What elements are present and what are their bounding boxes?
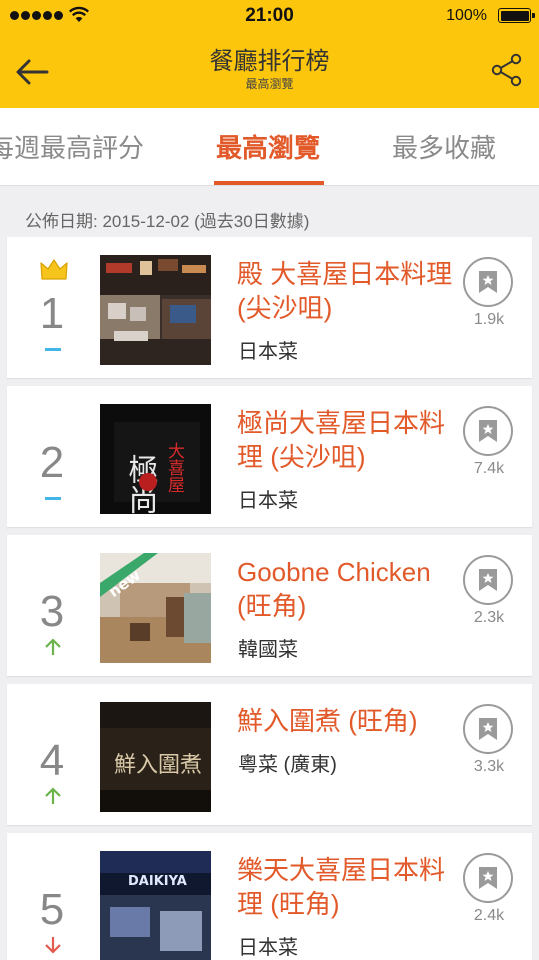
bookmark-count: 2.3k	[473, 609, 505, 626]
tab-most-bookmarked[interactable]: 最多收藏	[392, 128, 496, 165]
bookmark-count: 7.4k	[473, 460, 505, 477]
photo-sign-text: DAIKIYA	[128, 874, 187, 889]
bookmark-button[interactable]	[463, 406, 513, 456]
rank-number: 3	[39, 587, 65, 636]
bookmark-button[interactable]	[463, 853, 513, 903]
restaurant-name[interactable]: 樂天大喜屋日本料理 (旺角)	[237, 853, 467, 921]
status-bar: 21:00 100%	[0, 0, 539, 32]
photo-sign-text: 鮮入圍煮	[114, 753, 202, 778]
page-subtitle: 最高瀏覽	[245, 77, 294, 91]
restaurant-card[interactable]: 5 DAIKIYA 樂天大喜屋日本料理 (旺角) 日本菜 2.4k	[7, 833, 532, 960]
ranking-tabs: 每週最高評分 最高瀏覽 最多收藏	[0, 108, 539, 186]
trend-up-icon	[45, 787, 61, 804]
active-tab-indicator	[214, 181, 324, 185]
back-button[interactable]	[12, 52, 52, 92]
bookmark-star-icon	[479, 569, 497, 591]
published-date: 公佈日期: 2015-12-02 (過去30日數據)	[25, 212, 310, 231]
restaurant-card[interactable]: 2 極尚 大喜屋 極尚大喜屋日本料理 (尖沙咀) 日本菜 7.4k	[7, 386, 532, 527]
restaurant-name[interactable]: 極尚大喜屋日本料理 (尖沙咀)	[237, 406, 467, 474]
back-arrow-icon	[16, 59, 49, 85]
cuisine-type: 日本菜	[238, 937, 298, 959]
battery-percent: 100%	[446, 7, 487, 24]
bookmark-star-icon	[479, 271, 497, 293]
restaurant-name[interactable]: Goobne Chicken (旺角)	[237, 555, 467, 623]
bookmark-count: 1.9k	[473, 311, 505, 328]
photo-sign-text: 大喜屋	[164, 442, 185, 493]
crown-icon	[40, 259, 68, 280]
cuisine-type: 粵菜 (廣東)	[238, 754, 337, 776]
bookmark-button[interactable]	[463, 257, 513, 307]
rank-number: 5	[39, 885, 65, 934]
trend-down-icon	[45, 937, 61, 954]
restaurant-photo[interactable]: new	[100, 553, 211, 663]
tab-most-viewed[interactable]: 最高瀏覽	[216, 128, 320, 165]
rank-number: 1	[39, 289, 65, 338]
restaurant-name[interactable]: 鮮入圍煮 (旺角)	[237, 704, 467, 738]
bookmark-count: 2.4k	[473, 907, 505, 924]
header-title-block: 餐廳排行榜 最高瀏覽	[120, 48, 419, 92]
bookmark-count: 3.3k	[473, 758, 505, 775]
bookmark-button[interactable]	[463, 555, 513, 605]
restaurant-card[interactable]: 1 殿 大喜屋日本料理 (尖沙咀) 日本菜 1.9k	[7, 237, 532, 378]
battery-icon	[498, 8, 535, 23]
cuisine-type: 韓國菜	[238, 639, 298, 661]
share-icon	[491, 53, 522, 87]
tab-weekly-top-rated[interactable]: 每週最高評分	[0, 128, 144, 165]
bookmark-star-icon	[479, 718, 497, 740]
page-title: 餐廳排行榜	[209, 48, 330, 75]
restaurant-photo[interactable]: 鮮入圍煮	[100, 702, 211, 812]
share-button[interactable]	[487, 50, 527, 90]
restaurant-name[interactable]: 殿 大喜屋日本料理 (尖沙咀)	[237, 257, 467, 325]
cuisine-type: 日本菜	[238, 341, 298, 363]
restaurant-photo[interactable]	[100, 255, 211, 365]
restaurant-card[interactable]: 4 鮮入圍煮 鮮入圍煮 (旺角) 粵菜 (廣東) 3.3k	[7, 684, 532, 825]
cuisine-type: 日本菜	[238, 490, 298, 512]
app-header: 21:00 100% 餐廳排行榜 最高瀏覽	[0, 0, 539, 108]
trend-same-icon	[45, 497, 61, 500]
bookmark-star-icon	[479, 420, 497, 442]
restaurant-photo[interactable]: DAIKIYA	[100, 851, 211, 960]
bookmark-button[interactable]	[463, 704, 513, 754]
restaurant-photo[interactable]: 極尚 大喜屋	[100, 404, 211, 514]
bookmark-star-icon	[479, 867, 497, 889]
restaurant-card[interactable]: 3 new Goobne Chicken (旺角) 韓國菜 2.3k	[7, 535, 532, 676]
trend-up-icon	[45, 638, 61, 655]
rank-number: 2	[39, 438, 65, 487]
trend-same-icon	[45, 348, 61, 351]
rank-number: 4	[39, 736, 65, 785]
